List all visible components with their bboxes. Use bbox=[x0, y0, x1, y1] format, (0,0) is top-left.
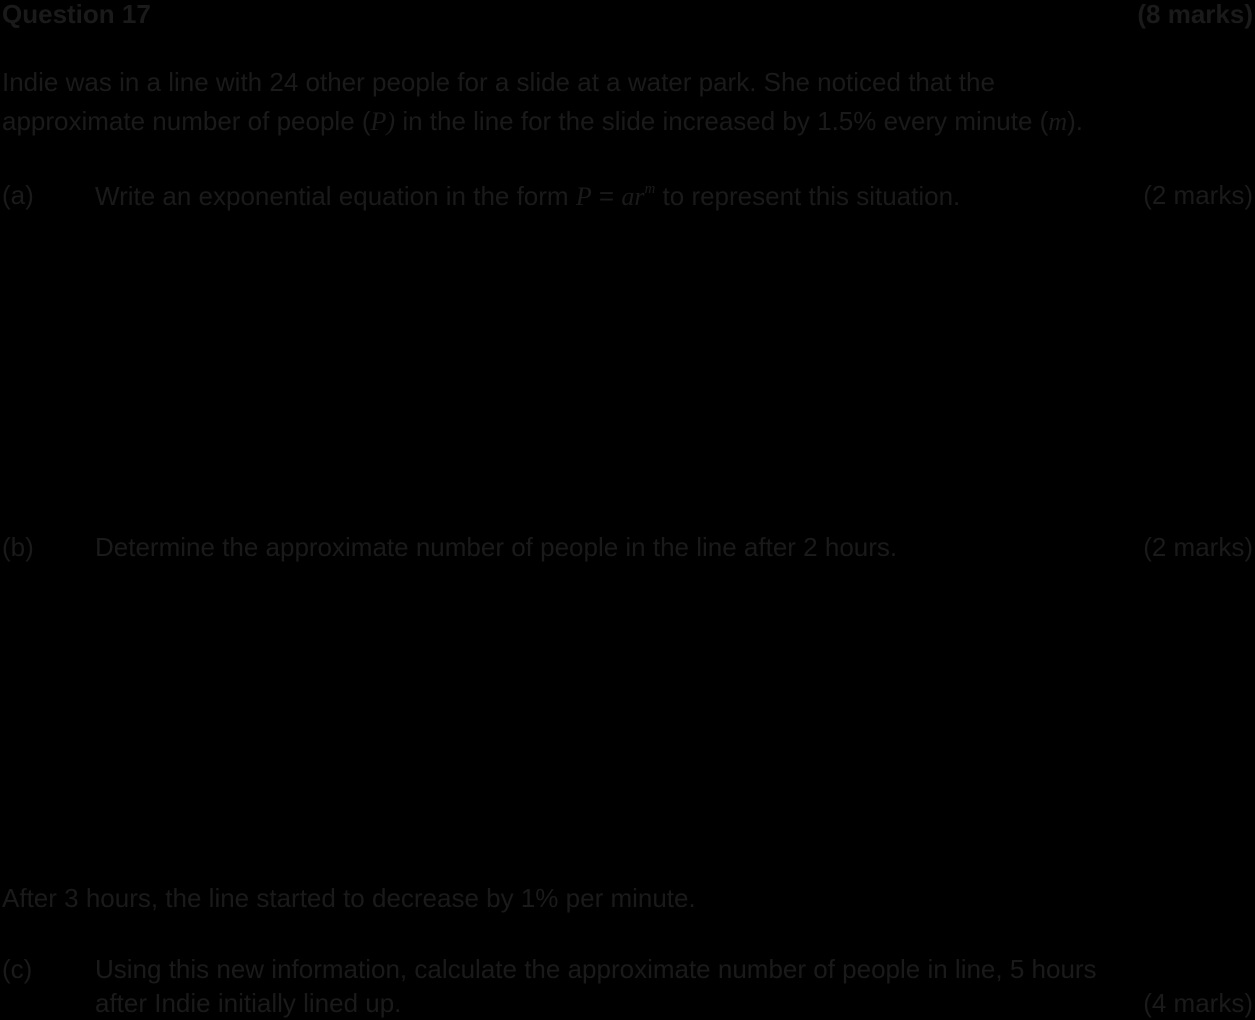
part-a-text-after: to represent this situation. bbox=[655, 181, 961, 211]
intro-text-3: ). bbox=[1067, 106, 1083, 136]
intro-text-2: in the line for the slide increased by 1… bbox=[395, 106, 1049, 136]
part-a-answer-space[interactable] bbox=[0, 225, 1255, 525]
question-title: Question 17 bbox=[2, 0, 151, 29]
intro-line-1: Indie was in a line with 24 other people… bbox=[2, 67, 995, 97]
part-c-label: (c) bbox=[2, 954, 33, 984]
part-b-question: Determine the approximate number of peop… bbox=[95, 532, 898, 562]
part-a-marks: (2 marks) bbox=[1143, 180, 1253, 210]
formula-ar: ar bbox=[621, 182, 645, 211]
part-a-text-before: Write an exponential equation in the for… bbox=[95, 181, 576, 211]
formula-equals: = bbox=[591, 181, 622, 211]
part-c-question-line-1: Using this new information, calculate th… bbox=[95, 954, 1097, 984]
formula-p: P bbox=[575, 182, 592, 211]
part-c-question-line-2: after Indie initially lined up. bbox=[95, 988, 402, 1018]
intro-text-1: approximate number of people ( bbox=[2, 106, 371, 136]
part-b-marks: (2 marks) bbox=[1143, 532, 1253, 562]
part-a-question: Write an exponential equation in the for… bbox=[95, 182, 960, 210]
total-marks: (8 marks) bbox=[1137, 0, 1253, 29]
part-b-answer-space[interactable] bbox=[0, 577, 1255, 877]
part-b-label: (b) bbox=[2, 532, 34, 562]
variable-m: m bbox=[1048, 107, 1068, 136]
variable-p: P) bbox=[370, 107, 396, 136]
transition-text: After 3 hours, the line started to decre… bbox=[2, 883, 696, 913]
formula-exponent: m bbox=[644, 181, 656, 197]
part-a-label: (a) bbox=[2, 180, 34, 210]
part-c-marks: (4 marks) bbox=[1143, 988, 1253, 1018]
intro-line-2: approximate number of people (P) in the … bbox=[2, 108, 1083, 135]
